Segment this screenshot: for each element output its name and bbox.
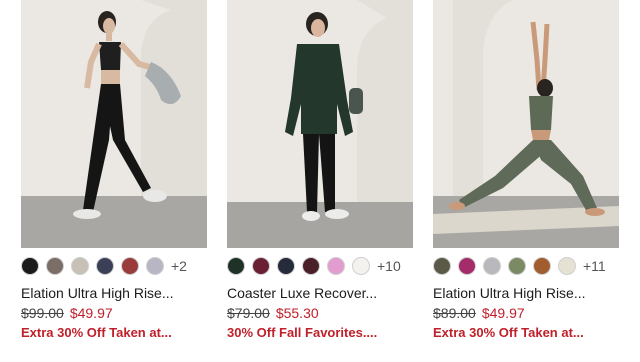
color-swatch[interactable] (433, 257, 451, 275)
color-swatches: +2 (21, 256, 207, 276)
more-colors-link[interactable]: +11 (583, 257, 606, 275)
color-swatch[interactable] (458, 257, 476, 275)
product-grid: +2 Elation Ultra High Rise... $99.00 $49.… (0, 0, 640, 362)
product-card[interactable]: +11 Elation Ultra High Rise... $89.00 $49… (433, 0, 619, 342)
color-swatch[interactable] (227, 257, 245, 275)
sale-price: $55.30 (275, 305, 319, 321)
model-walking-photo (21, 0, 207, 248)
product-image[interactable] (21, 0, 207, 248)
product-image[interactable] (433, 0, 619, 248)
color-swatches: +11 (433, 256, 619, 276)
product-image[interactable] (227, 0, 413, 248)
product-name[interactable]: Elation Ultra High Rise... (433, 284, 619, 302)
price-row: $79.00 $55.30 (227, 304, 413, 322)
color-swatch[interactable] (327, 257, 345, 275)
original-price: $99.00 (21, 305, 64, 321)
color-swatch[interactable] (146, 257, 164, 275)
color-swatch[interactable] (71, 257, 89, 275)
color-swatch[interactable] (533, 257, 551, 275)
color-swatch[interactable] (46, 257, 64, 275)
model-standing-photo (227, 0, 413, 248)
product-name[interactable]: Elation Ultra High Rise... (21, 284, 207, 302)
original-price: $79.00 (227, 305, 270, 321)
color-swatch[interactable] (508, 257, 526, 275)
more-colors-link[interactable]: +2 (171, 257, 187, 275)
promo-text: Extra 30% Off Taken at... (21, 325, 172, 340)
color-swatch[interactable] (252, 257, 270, 275)
price-row: $99.00 $49.97 (21, 304, 207, 322)
original-price: $89.00 (433, 305, 476, 321)
color-swatch[interactable] (277, 257, 295, 275)
product-card[interactable]: +10 Coaster Luxe Recover... $79.00 $55.30… (227, 0, 413, 342)
sale-price: $49.97 (69, 305, 113, 321)
more-colors-link[interactable]: +10 (377, 257, 401, 275)
color-swatch[interactable] (121, 257, 139, 275)
color-swatch[interactable] (483, 257, 501, 275)
color-swatch[interactable] (302, 257, 320, 275)
color-swatch[interactable] (352, 257, 370, 275)
color-swatches: +10 (227, 256, 413, 276)
product-name[interactable]: Coaster Luxe Recover... (227, 284, 413, 302)
model-yoga-pose-photo (433, 0, 619, 248)
product-card[interactable]: +2 Elation Ultra High Rise... $99.00 $49.… (21, 0, 207, 342)
color-swatch[interactable] (96, 257, 114, 275)
sale-price: $49.97 (481, 305, 525, 321)
color-swatch[interactable] (558, 257, 576, 275)
color-swatch[interactable] (21, 257, 39, 275)
promo-text: Extra 30% Off Taken at... (433, 325, 584, 340)
promo-text: 30% Off Fall Favorites.... (227, 325, 378, 340)
price-row: $89.00 $49.97 (433, 304, 619, 322)
